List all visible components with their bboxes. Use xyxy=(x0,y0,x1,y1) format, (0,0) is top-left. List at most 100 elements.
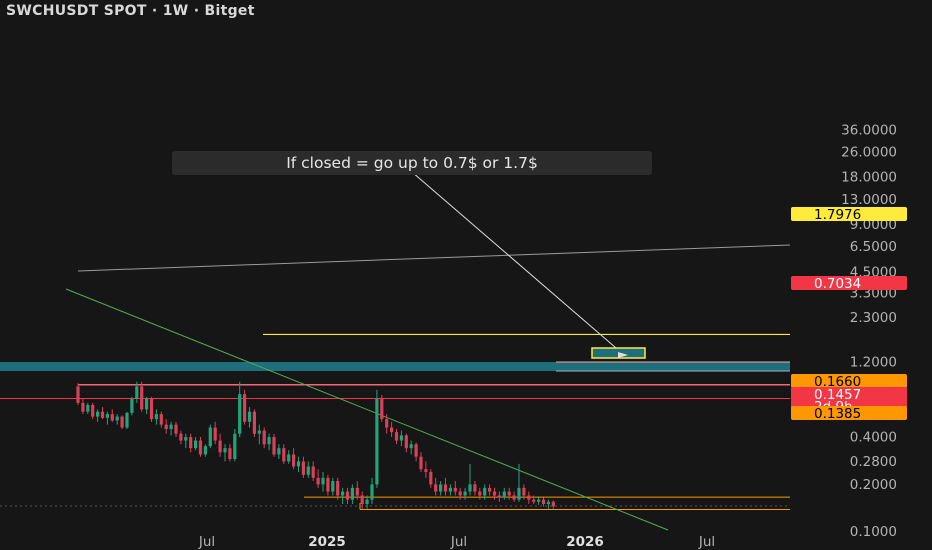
candle xyxy=(243,394,247,422)
candle xyxy=(223,448,227,453)
upper-trend-line xyxy=(77,244,791,272)
candle xyxy=(252,411,256,434)
candle xyxy=(546,501,550,505)
time-axis[interactable]: Jul 2025 Jul 2026 Jul xyxy=(198,534,715,550)
candle xyxy=(463,491,467,496)
candle xyxy=(86,404,90,412)
candle xyxy=(331,481,335,492)
title-separator: · xyxy=(193,3,200,19)
candle xyxy=(145,398,149,410)
candle xyxy=(213,427,217,441)
candle xyxy=(292,454,296,467)
price-chart[interactable]: 36.000026.000018.000013.00009.00006.5000… xyxy=(0,0,932,550)
candle xyxy=(527,495,531,500)
candle xyxy=(110,414,114,421)
candle xyxy=(448,487,452,492)
candle xyxy=(355,487,359,496)
candle xyxy=(414,444,418,457)
candle xyxy=(149,398,154,420)
candle xyxy=(287,454,291,462)
candle xyxy=(301,461,305,475)
candle xyxy=(443,484,448,492)
candle xyxy=(76,386,80,403)
price-tick-label: 18.0000 xyxy=(841,170,897,186)
chart-title: SWCHUSDT SPOT · 1W · Bitget xyxy=(6,3,255,19)
price-badge-label: 0.1385 xyxy=(814,406,861,422)
candle xyxy=(532,499,536,502)
price-tick-label: 2.3000 xyxy=(850,310,897,326)
time-tick-label: Jul xyxy=(698,534,715,550)
candle xyxy=(272,437,276,455)
candle xyxy=(194,440,198,449)
candle xyxy=(345,491,350,500)
candle xyxy=(238,394,242,434)
candle xyxy=(517,487,521,500)
candle xyxy=(189,437,193,449)
time-tick-label: Jul xyxy=(198,534,215,550)
candle xyxy=(164,424,168,430)
candle xyxy=(537,499,541,502)
candle xyxy=(91,404,95,417)
price-tick-label: 26.0000 xyxy=(841,145,897,161)
candle xyxy=(360,495,364,505)
candle xyxy=(399,435,403,441)
candle xyxy=(257,430,261,434)
candle xyxy=(321,477,325,485)
candle xyxy=(198,440,203,455)
candle xyxy=(130,398,134,413)
candle xyxy=(135,386,139,399)
annotation-callout[interactable]: If closed = go up to 0.7$ or 1.7$ xyxy=(172,151,652,175)
candle xyxy=(502,491,506,498)
candle xyxy=(507,491,511,496)
candle xyxy=(394,432,399,441)
candle xyxy=(267,437,271,445)
candle xyxy=(424,469,428,472)
drawing-lines-layer xyxy=(0,171,791,531)
candle xyxy=(409,444,413,449)
candle xyxy=(453,487,457,492)
time-tick-label: 2026 xyxy=(566,534,604,550)
candle xyxy=(100,411,105,418)
price-tick-label: 0.2000 xyxy=(850,477,897,493)
candle xyxy=(439,484,443,492)
candle xyxy=(282,448,286,462)
candle xyxy=(228,448,232,460)
time-tick-label: 2025 xyxy=(308,534,346,550)
candle xyxy=(488,487,492,492)
candle xyxy=(429,471,433,485)
candle xyxy=(458,491,462,496)
candle xyxy=(115,416,119,421)
price-axis[interactable]: 36.000026.000018.000013.00009.00006.5000… xyxy=(791,122,907,550)
title-separator: · xyxy=(151,3,158,19)
candle xyxy=(208,427,212,447)
price-badge-label: 0.7034 xyxy=(814,276,861,292)
candles-layer xyxy=(76,381,555,509)
candle xyxy=(184,437,188,441)
timeframe-label[interactable]: 1W xyxy=(163,3,189,19)
candle xyxy=(247,411,252,422)
symbol-label[interactable]: SWCHUSDT SPOT xyxy=(6,3,147,19)
candle xyxy=(336,481,340,496)
candle xyxy=(120,416,124,428)
candle xyxy=(512,495,516,500)
candle xyxy=(140,386,144,410)
candle xyxy=(522,487,526,496)
price-tick-label: 0.4000 xyxy=(850,430,897,446)
candle xyxy=(218,440,222,453)
candle xyxy=(385,419,389,428)
support-zone xyxy=(0,362,790,371)
annotation-arrow xyxy=(411,171,624,355)
candle xyxy=(316,477,320,485)
candle xyxy=(551,501,555,507)
candle xyxy=(380,398,384,420)
candle xyxy=(105,414,109,418)
candle xyxy=(203,446,207,455)
zones-layer xyxy=(0,361,790,372)
candle xyxy=(262,430,266,445)
candle xyxy=(179,433,183,441)
candle xyxy=(154,414,158,420)
candle xyxy=(541,499,546,505)
candle xyxy=(492,491,497,496)
price-tick-label: 1.2000 xyxy=(850,355,897,371)
candle xyxy=(468,484,472,492)
